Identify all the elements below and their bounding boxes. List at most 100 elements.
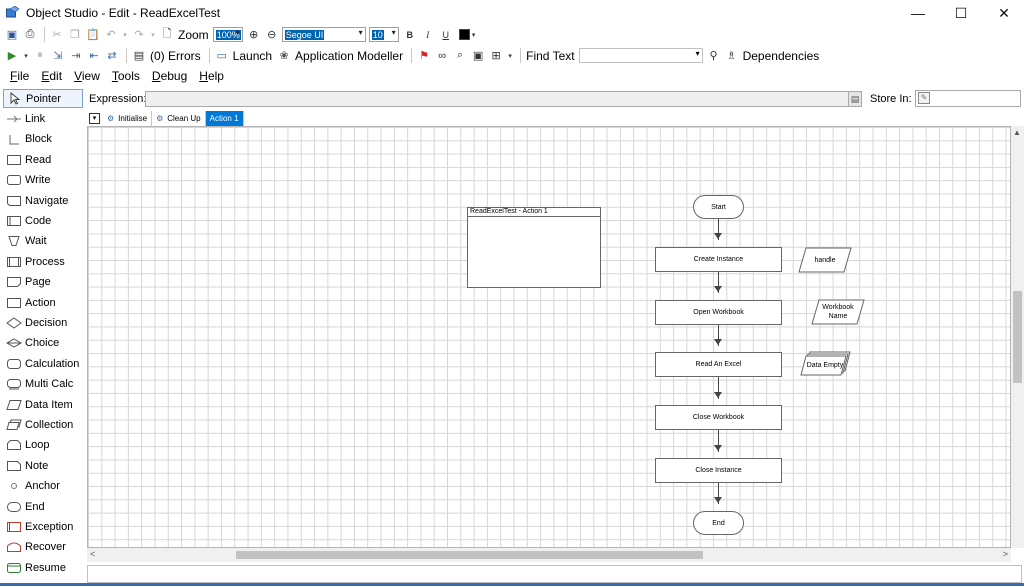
- palette-item-read[interactable]: Read: [3, 150, 83, 169]
- print-icon[interactable]: ⎙: [22, 27, 38, 43]
- palette-item-block[interactable]: Block: [3, 130, 83, 149]
- color-dropdown-icon[interactable]: ▾: [470, 27, 478, 43]
- palette-item-exception[interactable]: Exception: [3, 517, 83, 536]
- step-out-icon[interactable]: ⇤: [86, 48, 102, 64]
- grid-icon[interactable]: ⊞: [488, 48, 504, 64]
- font-combo[interactable]: Segoe UI ▾: [281, 27, 366, 42]
- launch-icon[interactable]: ▭: [214, 48, 230, 64]
- grid-dropdown-icon[interactable]: ▾: [506, 48, 514, 64]
- redo-dropdown-icon[interactable]: ▾: [149, 27, 157, 43]
- save-icon[interactable]: ▣: [4, 27, 20, 43]
- tab-dropdown-icon[interactable]: ▾: [89, 113, 100, 124]
- horizontal-scrollbar[interactable]: < >: [87, 548, 1011, 562]
- application-modeller-icon[interactable]: ❀: [276, 48, 292, 64]
- close-button[interactable]: ✕: [982, 0, 1024, 26]
- step-icon[interactable]: ⇲: [50, 48, 66, 64]
- action-close-workbook[interactable]: Close Workbook: [655, 405, 782, 430]
- zoom-combo[interactable]: 100% ▾: [212, 27, 243, 42]
- find-icon[interactable]: ⚲: [706, 48, 722, 64]
- action-read-an-excel[interactable]: Read An Excel: [655, 352, 782, 377]
- scroll-up-icon[interactable]: ▲: [1013, 128, 1021, 137]
- store-in-input[interactable]: ✎: [915, 90, 1021, 107]
- collection-data-empty[interactable]: Data Empty: [806, 355, 844, 375]
- find-text-input[interactable]: ▾: [578, 48, 703, 63]
- errors-button[interactable]: (0) Errors: [150, 49, 201, 63]
- tab-initialise[interactable]: ⚙ Initialise: [103, 111, 153, 126]
- launch-button[interactable]: Launch: [233, 49, 272, 63]
- palette-item-collection[interactable]: Collection: [3, 415, 83, 434]
- action-close-instance[interactable]: Close Instance: [655, 458, 782, 483]
- vertical-scroll-thumb[interactable]: [1013, 291, 1022, 383]
- page-info-note[interactable]: ReadExcelTest - Action 1: [467, 207, 601, 288]
- scroll-right-icon[interactable]: >: [1003, 549, 1008, 559]
- palette-item-anchor[interactable]: Anchor: [3, 477, 83, 496]
- italic-button[interactable]: I: [420, 27, 436, 43]
- scroll-left-icon[interactable]: <: [90, 549, 95, 559]
- palette-item-page[interactable]: Page: [3, 273, 83, 292]
- action-create-instance[interactable]: Create Instance: [655, 247, 782, 272]
- undo-icon[interactable]: ↶: [103, 27, 119, 43]
- menu-edit[interactable]: Edit: [35, 69, 68, 83]
- palette-item-pointer[interactable]: Pointer: [3, 89, 83, 108]
- data-item-handle[interactable]: handle: [800, 248, 850, 272]
- tab-clean-up[interactable]: ⚙ Clean Up: [152, 111, 206, 126]
- errors-icon[interactable]: ▤: [131, 48, 147, 64]
- end-stage[interactable]: End: [693, 511, 744, 535]
- palette-item-write[interactable]: Write: [3, 171, 83, 190]
- dependencies-button[interactable]: Dependencies: [743, 49, 820, 63]
- palette-item-decision[interactable]: Decision: [3, 313, 83, 332]
- palette-item-process[interactable]: Process: [3, 252, 83, 271]
- font-color-swatch[interactable]: [458, 29, 470, 40]
- zoom-in-icon[interactable]: ⊕: [246, 27, 262, 43]
- palette-item-link[interactable]: Link: [3, 109, 83, 128]
- flow-canvas[interactable]: ReadExcelTest - Action 1 Start Create In…: [87, 126, 1011, 548]
- palette-item-navigate[interactable]: Navigate: [3, 191, 83, 210]
- palette-item-choice[interactable]: Choice: [3, 334, 83, 353]
- play-dropdown-icon[interactable]: ▾: [22, 48, 30, 64]
- palette-item-resume[interactable]: Resume: [3, 558, 83, 577]
- maximize-button[interactable]: ☐: [939, 0, 983, 26]
- action-open-workbook[interactable]: Open Workbook: [655, 300, 782, 325]
- minimize-button[interactable]: —: [896, 0, 940, 26]
- expression-input[interactable]: [145, 91, 849, 107]
- palette-item-note[interactable]: Note: [3, 456, 83, 475]
- tab-action-1[interactable]: Action 1: [205, 111, 244, 126]
- palette-item-end[interactable]: End: [3, 497, 83, 516]
- horizontal-scroll-thumb[interactable]: [236, 551, 703, 559]
- cut-icon[interactable]: ✂: [49, 27, 65, 43]
- menu-tools[interactable]: Tools: [106, 69, 146, 83]
- copy-icon[interactable]: ❐: [67, 27, 83, 43]
- menu-view[interactable]: View: [68, 69, 106, 83]
- data-item-workbook-name[interactable]: Workbook Name: [816, 300, 860, 324]
- palette-item-loop[interactable]: Loop: [3, 436, 83, 455]
- watch-icon[interactable]: ∞: [434, 48, 450, 64]
- undo-dropdown-icon[interactable]: ▾: [121, 27, 129, 43]
- bold-button[interactable]: B: [402, 27, 418, 43]
- font-size-combo[interactable]: 10 ▾: [368, 27, 399, 42]
- palette-item-code[interactable]: Code: [3, 211, 83, 230]
- page-setup-icon[interactable]: 🗋: [159, 27, 175, 43]
- menu-debug[interactable]: Debug: [146, 69, 193, 83]
- start-stage[interactable]: Start: [693, 195, 744, 219]
- layout-icon[interactable]: ▣: [470, 48, 486, 64]
- palette-item-data-item[interactable]: Data Item: [3, 395, 83, 414]
- palette-item-calculation[interactable]: Calculation: [3, 354, 83, 373]
- reset-icon[interactable]: ⇄: [104, 48, 120, 64]
- redo-icon[interactable]: ↷: [131, 27, 147, 43]
- underline-button[interactable]: U: [438, 27, 454, 43]
- expression-editor-icon[interactable]: ▤: [848, 91, 862, 107]
- zoom-out-icon[interactable]: ⊖: [264, 27, 280, 43]
- dependencies-icon[interactable]: ♗: [724, 48, 740, 64]
- palette-item-action[interactable]: Action: [3, 293, 83, 312]
- inspect-icon[interactable]: ⌕: [452, 48, 468, 64]
- play-icon[interactable]: ▶: [4, 48, 20, 64]
- palette-item-multi-calc[interactable]: Multi Calc: [3, 375, 83, 394]
- palette-item-recover[interactable]: Recover: [3, 538, 83, 557]
- application-modeller-button[interactable]: Application Modeller: [295, 49, 403, 63]
- breakpoint-flag-icon[interactable]: ⚑: [416, 48, 432, 64]
- vertical-scrollbar[interactable]: ▲: [1011, 126, 1024, 548]
- menu-help[interactable]: Help: [193, 69, 230, 83]
- palette-item-wait[interactable]: Wait: [3, 232, 83, 251]
- menu-file[interactable]: File: [4, 69, 35, 83]
- pause-icon[interactable]: ⏸: [32, 48, 48, 64]
